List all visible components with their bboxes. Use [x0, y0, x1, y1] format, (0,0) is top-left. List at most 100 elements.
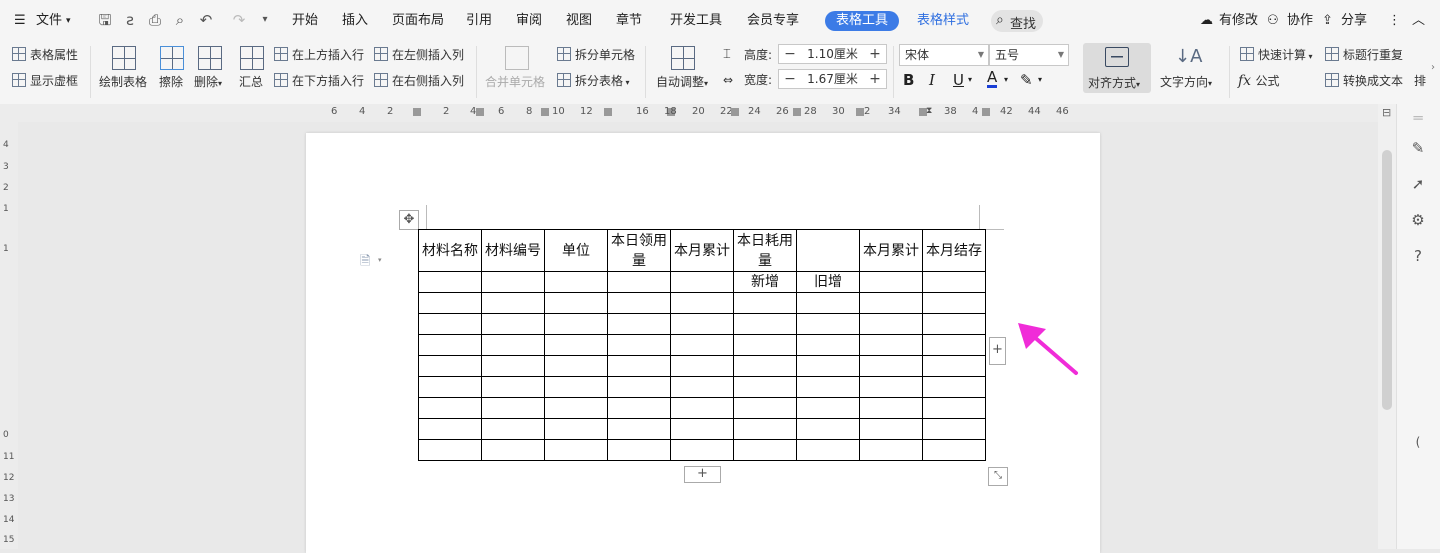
- table-cell[interactable]: 材料名称: [418, 229, 482, 272]
- underline-icon[interactable]: U: [953, 70, 964, 90]
- file-menu[interactable]: 文件: [36, 11, 62, 31]
- auto-fit-button[interactable]: 自动调整▾: [656, 74, 708, 92]
- panel-handle-icon[interactable]: ═: [1408, 108, 1428, 128]
- tab-references[interactable]: 引用: [466, 11, 492, 31]
- table-cell[interactable]: [796, 229, 860, 272]
- italic-icon[interactable]: I: [929, 70, 935, 90]
- table-cell[interactable]: [859, 376, 923, 398]
- sort-button[interactable]: 排: [1414, 73, 1426, 89]
- table-cell[interactable]: 材料编号: [481, 229, 545, 272]
- table-cell[interactable]: [922, 397, 986, 419]
- table-cell[interactable]: [418, 292, 482, 314]
- table-cell[interactable]: [670, 418, 734, 440]
- tab-member[interactable]: 会员专享: [747, 11, 799, 31]
- scrollbar-thumb[interactable]: [1382, 150, 1392, 410]
- table-properties-button[interactable]: 表格属性: [12, 47, 78, 63]
- undo-icon[interactable]: ↶: [197, 11, 215, 29]
- table-cell[interactable]: [544, 439, 608, 461]
- table-cell[interactable]: [733, 397, 797, 419]
- indent-marker-icon[interactable]: ⧗: [926, 106, 932, 116]
- document-icon[interactable]: 🗎: [360, 252, 370, 274]
- table-cell[interactable]: [922, 313, 986, 335]
- chevron-down-icon[interactable]: ▾: [1004, 70, 1008, 90]
- hamburger-icon[interactable]: ☰: [14, 11, 26, 31]
- minus-icon[interactable]: −: [780, 70, 800, 88]
- help-icon[interactable]: ?: [1408, 246, 1428, 266]
- table-cell[interactable]: [859, 439, 923, 461]
- show-grid-button[interactable]: 显示虚框: [12, 73, 78, 89]
- ruler-cell-marker[interactable]: [856, 108, 864, 116]
- tab-review[interactable]: 审阅: [516, 11, 542, 31]
- draw-table-button[interactable]: 绘制表格: [99, 74, 147, 90]
- insert-row-above-button[interactable]: 在上方插入行: [274, 47, 364, 63]
- table-cell[interactable]: [544, 355, 608, 377]
- table-cell[interactable]: [670, 334, 734, 356]
- delete-button[interactable]: 删除▾: [194, 74, 222, 92]
- font-name-select[interactable]: 宋体 ▼: [899, 44, 989, 66]
- print-icon[interactable]: ⎙: [146, 11, 164, 29]
- settings-sliders-icon[interactable]: ⚙: [1408, 210, 1428, 230]
- table-cell[interactable]: 新增: [733, 271, 797, 293]
- table-cell[interactable]: [607, 355, 671, 377]
- table-cell[interactable]: [796, 397, 860, 419]
- table-cell[interactable]: [418, 355, 482, 377]
- table-move-handle-icon[interactable]: ✥: [399, 210, 419, 230]
- height-stepper[interactable]: − 1.10厘米 +: [778, 44, 887, 64]
- split-table-button[interactable]: 拆分表格 ▾: [557, 73, 630, 91]
- table-cell[interactable]: [922, 334, 986, 356]
- chevron-down-icon[interactable]: ▾: [1038, 70, 1042, 90]
- table-cell[interactable]: [670, 355, 734, 377]
- table-cell[interactable]: [481, 418, 545, 440]
- print-preview-icon[interactable]: ⌕: [171, 11, 189, 29]
- pointer-icon[interactable]: ➚: [1408, 174, 1428, 194]
- width-stepper[interactable]: − 1.67厘米 +: [778, 69, 887, 89]
- table-cell[interactable]: 本月累计: [670, 229, 734, 272]
- table-cell[interactable]: [859, 292, 923, 314]
- ruler-cell-marker[interactable]: [793, 108, 801, 116]
- more-icon[interactable]: ⋮: [1388, 11, 1401, 31]
- table-cell[interactable]: [544, 313, 608, 335]
- table-cell[interactable]: [796, 355, 860, 377]
- chevron-down-icon[interactable]: ▾: [378, 256, 382, 264]
- tab-chapter[interactable]: 章节: [616, 11, 642, 31]
- table-cell[interactable]: [418, 418, 482, 440]
- table-cell[interactable]: [922, 418, 986, 440]
- tab-home[interactable]: 开始: [292, 11, 318, 31]
- chevron-down-icon[interactable]: ▾: [66, 11, 71, 31]
- resize-table-icon[interactable]: ⤡: [988, 467, 1008, 486]
- align-button[interactable]: 对齐方式▾: [1083, 43, 1151, 93]
- table-cell[interactable]: [481, 313, 545, 335]
- height-value[interactable]: 1.10厘米: [803, 45, 862, 63]
- split-view-icon[interactable]: ⊟: [1382, 106, 1391, 119]
- table-cell[interactable]: [544, 292, 608, 314]
- table-cell[interactable]: [859, 355, 923, 377]
- table-cell[interactable]: 本月累计: [859, 229, 923, 272]
- table-cell[interactable]: [418, 334, 482, 356]
- table-cell[interactable]: 本日耗用量: [733, 229, 797, 272]
- table-cell[interactable]: [796, 418, 860, 440]
- redo-icon[interactable]: ↷: [230, 11, 248, 29]
- table-cell[interactable]: [607, 418, 671, 440]
- table-cell[interactable]: [733, 418, 797, 440]
- edit-icon[interactable]: ✎: [1408, 138, 1428, 158]
- collapse-icon[interactable]: (: [1408, 432, 1428, 452]
- table-cell[interactable]: [670, 271, 734, 293]
- table-cell[interactable]: [544, 397, 608, 419]
- table-cell[interactable]: [859, 418, 923, 440]
- table-cell[interactable]: [733, 355, 797, 377]
- font-size-select[interactable]: 五号 ▼: [989, 44, 1069, 66]
- text-direction-button[interactable]: 文字方向▾: [1160, 74, 1212, 92]
- ruler-cell-marker[interactable]: [982, 108, 990, 116]
- merge-cells-button[interactable]: 合并单元格: [485, 74, 545, 90]
- table-cell[interactable]: [670, 313, 734, 335]
- modified-button[interactable]: 有修改: [1219, 11, 1258, 31]
- table-cell[interactable]: [670, 376, 734, 398]
- table-cell[interactable]: [481, 355, 545, 377]
- ribbon-scroll-right-icon[interactable]: ›: [1431, 60, 1435, 76]
- summary-button[interactable]: 汇总: [239, 74, 263, 90]
- table-cell[interactable]: [859, 397, 923, 419]
- table-cell[interactable]: [481, 271, 545, 293]
- table-cell[interactable]: [607, 397, 671, 419]
- erase-button[interactable]: 擦除: [159, 74, 183, 90]
- table-cell[interactable]: [418, 397, 482, 419]
